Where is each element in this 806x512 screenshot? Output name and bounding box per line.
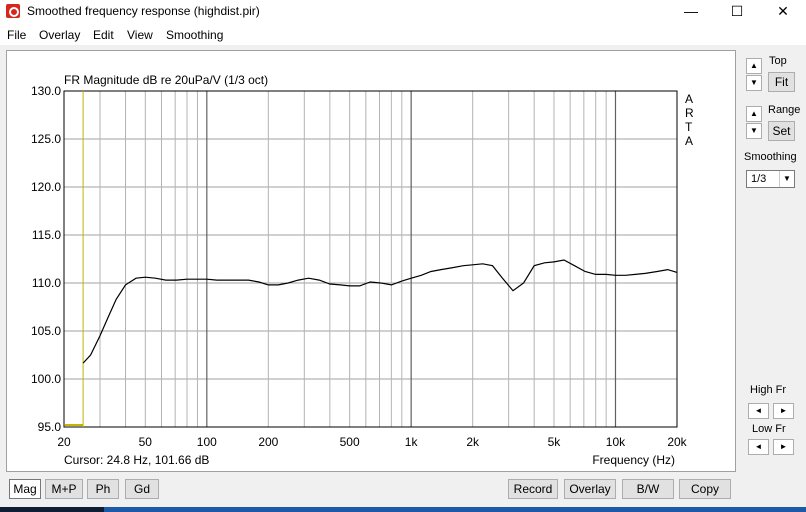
- watermark-letter-r: R: [685, 106, 694, 120]
- taskbar-strip: [0, 507, 806, 512]
- smoothing-value: 1/3: [751, 173, 767, 185]
- x-tick-label: 20k: [667, 435, 687, 449]
- chevron-down-icon[interactable]: ▼: [779, 171, 794, 187]
- range-down-button[interactable]: ▼: [746, 123, 762, 139]
- minimize-button[interactable]: —: [668, 0, 714, 23]
- high-fr-left-button[interactable]: ◄: [748, 403, 769, 419]
- plot-panel[interactable]: FR Magnitude dB re 20uPa/V (1/3 oct) 130…: [6, 50, 736, 472]
- maximize-button[interactable]: ☐: [714, 0, 760, 23]
- menu-smoothing[interactable]: Smoothing: [166, 28, 223, 42]
- title-bar: Smoothed frequency response (highdist.pi…: [0, 0, 806, 23]
- frequency-response-plot[interactable]: FR Magnitude dB re 20uPa/V (1/3 oct) 130…: [7, 51, 735, 471]
- set-button[interactable]: Set: [768, 121, 795, 141]
- x-tick-label: 10k: [606, 435, 626, 449]
- taskbar-start-area: [0, 507, 104, 512]
- grid-lines: [64, 91, 677, 427]
- watermark-letter-a1: A: [685, 92, 693, 106]
- watermark-letter-a2: A: [685, 134, 693, 148]
- range-up-button[interactable]: ▲: [746, 106, 762, 122]
- arta-watermark: A R T A: [685, 92, 694, 148]
- low-fr-right-button[interactable]: ►: [773, 439, 794, 455]
- x-tick-label: 5k: [548, 435, 562, 449]
- tab-m-plus-p[interactable]: M+P: [45, 479, 83, 499]
- menu-view[interactable]: View: [127, 28, 153, 42]
- x-tick-label: 500: [340, 435, 360, 449]
- cursor-readout: Cursor: 24.8 Hz, 101.66 dB: [64, 453, 209, 467]
- low-fr-label: Low Fr: [752, 423, 786, 435]
- x-tick-label: 50: [139, 435, 153, 449]
- x-tick-label: 2k: [466, 435, 480, 449]
- record-button[interactable]: Record: [508, 479, 558, 499]
- menu-edit[interactable]: Edit: [93, 28, 114, 42]
- range-label: Range: [768, 104, 801, 116]
- x-tick-label: 200: [258, 435, 278, 449]
- close-button[interactable]: ✕: [760, 0, 806, 23]
- response-curve: [82, 259, 678, 364]
- top-down-button[interactable]: ▼: [746, 75, 762, 91]
- high-fr-right-button[interactable]: ►: [773, 403, 794, 419]
- window-title: Smoothed frequency response (highdist.pi…: [27, 4, 260, 18]
- plot-frame: [63, 90, 678, 428]
- top-label: Top: [769, 55, 787, 67]
- top-up-button[interactable]: ▲: [746, 58, 762, 74]
- y-tick-label: 130.0: [31, 84, 61, 98]
- menu-overlay[interactable]: Overlay: [39, 28, 80, 42]
- arta-app-icon: [6, 4, 20, 18]
- tab-gd[interactable]: Gd: [125, 479, 159, 499]
- smoothing-label: Smoothing: [744, 151, 797, 163]
- y-tick-label: 125.0: [31, 132, 61, 146]
- overlay-button[interactable]: Overlay: [564, 479, 616, 499]
- y-tick-label: 110.0: [32, 276, 61, 290]
- x-axis-label: Frequency (Hz): [592, 453, 675, 467]
- fit-button[interactable]: Fit: [768, 72, 795, 92]
- menu-file[interactable]: File: [7, 28, 26, 42]
- y-tick-labels: 130.0 125.0 120.0 115.0 110.0 105.0 100.0 95.0: [31, 84, 61, 434]
- x-tick-label: 1k: [405, 435, 419, 449]
- plot-title: FR Magnitude dB re 20uPa/V (1/3 oct): [64, 73, 268, 87]
- y-tick-label: 95.0: [38, 420, 62, 434]
- watermark-letter-t: T: [685, 120, 693, 134]
- tab-ph[interactable]: Ph: [87, 479, 119, 499]
- high-fr-label: High Fr: [750, 384, 787, 396]
- smoothing-select[interactable]: 1/3 ▼: [746, 170, 795, 188]
- menu-bar: File Overlay Edit View Smoothing: [0, 23, 806, 45]
- tab-mag[interactable]: Mag: [9, 479, 41, 499]
- y-tick-label: 105.0: [31, 324, 61, 338]
- x-tick-label: 100: [197, 435, 217, 449]
- y-tick-label: 120.0: [31, 180, 61, 194]
- low-fr-left-button[interactable]: ◄: [748, 439, 769, 455]
- bw-button[interactable]: B/W: [622, 479, 674, 499]
- copy-button[interactable]: Copy: [679, 479, 731, 499]
- y-tick-label: 100.0: [31, 372, 61, 386]
- y-tick-label: 115.0: [32, 228, 61, 242]
- x-tick-labels: 20 50 100 200 500 1k 2k 5k 10k 20k: [57, 435, 687, 449]
- x-tick-label: 20: [57, 435, 71, 449]
